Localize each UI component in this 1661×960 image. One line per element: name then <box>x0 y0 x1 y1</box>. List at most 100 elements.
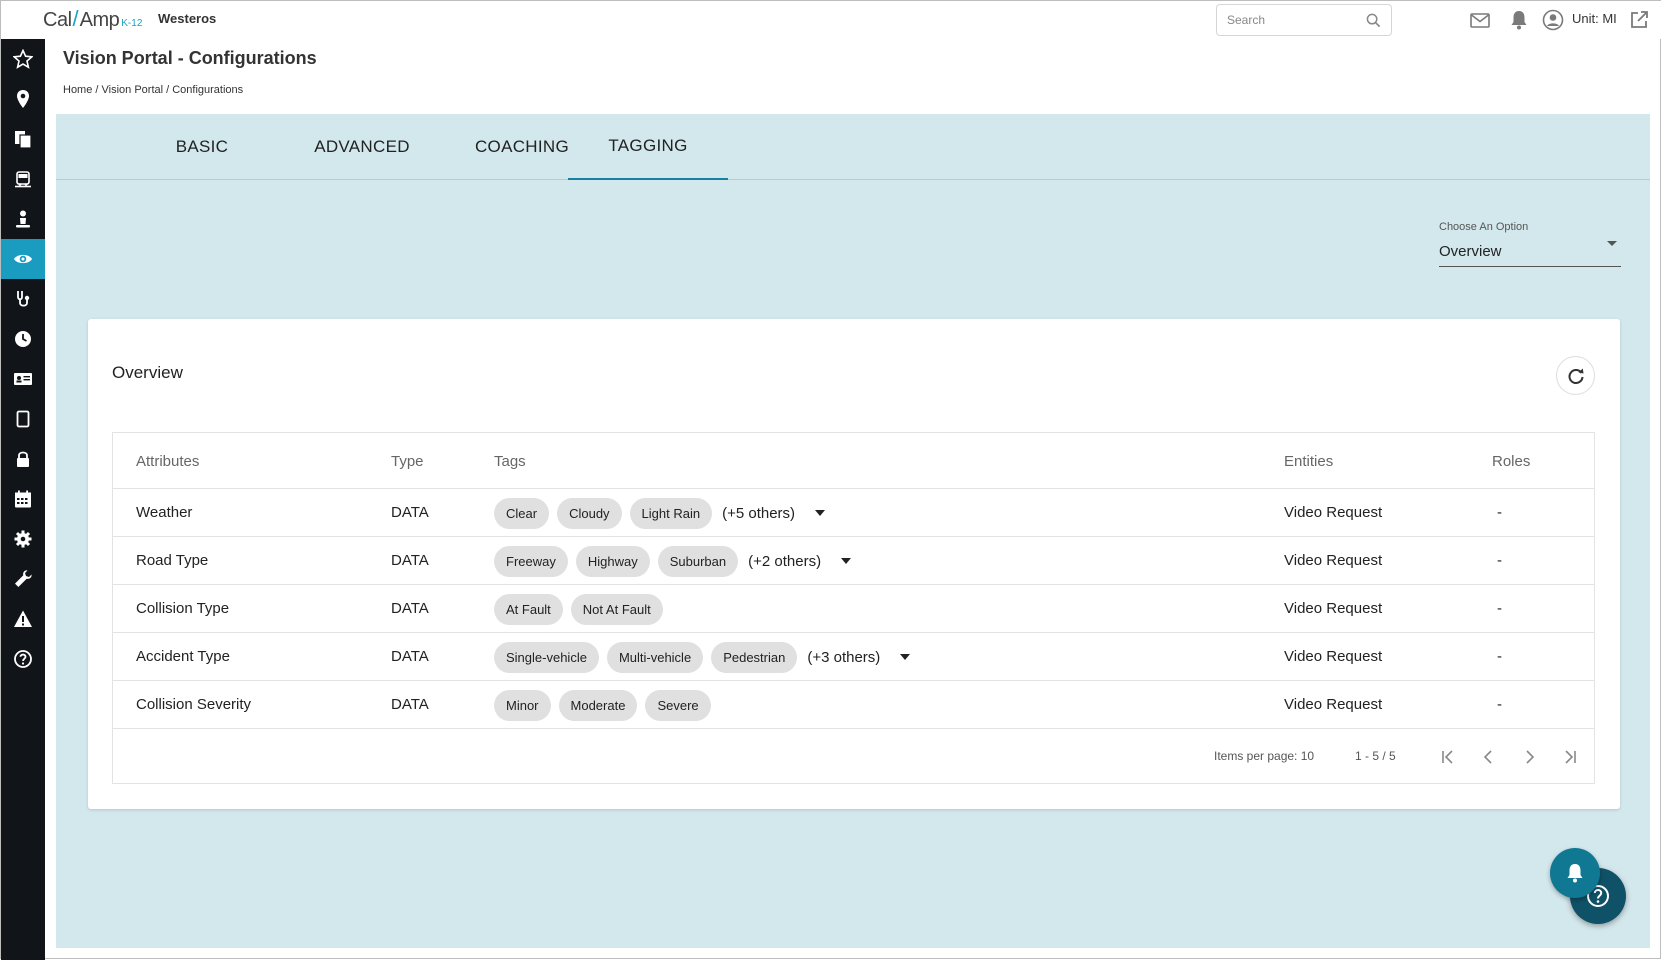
roles-cell: - <box>1497 648 1502 665</box>
roles-cell: - <box>1497 552 1502 569</box>
chevron-left-icon <box>1483 750 1492 764</box>
tag-chip[interactable]: Light Rain <box>629 497 713 529</box>
entities-cell: Video Request <box>1284 504 1383 521</box>
sidebar-item-map[interactable] <box>1 79 45 119</box>
last-page-button[interactable] <box>1557 745 1581 769</box>
sidebar-item-history[interactable] <box>1 319 45 359</box>
star-icon <box>13 49 33 69</box>
sidebar-item-tools[interactable] <box>1 559 45 599</box>
attribute-cell: Collision Type <box>136 600 230 617</box>
sidebar-item-drivers[interactable] <box>1 199 45 239</box>
sidebar-item-diagnostics[interactable] <box>1 279 45 319</box>
gear-icon <box>14 530 32 548</box>
entities-cell: Video Request <box>1284 648 1383 665</box>
breadcrumb[interactable]: Home / Vision Portal / Configurations <box>63 84 243 96</box>
search-box <box>1216 4 1392 36</box>
sidebar-item-devices[interactable] <box>1 399 45 439</box>
first-page-button[interactable] <box>1437 745 1461 769</box>
refresh-button[interactable] <box>1556 356 1595 395</box>
more-tags-count: (+5 others) <box>722 504 796 522</box>
attribute-cell: Collision Severity <box>136 696 252 713</box>
tab-tagging[interactable]: TAGGING <box>568 114 728 180</box>
tag-chip[interactable]: Highway <box>575 545 650 577</box>
entities-cell: Video Request <box>1284 696 1383 713</box>
table-header: Attributes Type Tags Entities Roles <box>113 433 1594 489</box>
tag-chip[interactable]: Not At Fault <box>570 593 663 625</box>
tag-chip[interactable]: Single-vehicle <box>494 641 599 673</box>
page-title: Vision Portal - Configurations <box>63 48 317 68</box>
overview-title: Overview <box>112 363 183 382</box>
external-link-icon[interactable] <box>1628 9 1650 31</box>
tag-chip[interactable]: Minor <box>494 689 551 721</box>
type-cell: DATA <box>391 648 429 665</box>
table-row[interactable]: Collision Type DATA At Fault Not At Faul… <box>113 585 1594 633</box>
bell-icon[interactable] <box>1508 9 1530 31</box>
sidebar-item-help[interactable] <box>1 639 45 679</box>
expand-tags-caret-icon[interactable] <box>900 654 911 660</box>
tags-cell: Clear Cloudy Light Rain (+5 others) <box>494 497 826 529</box>
calamp-logo[interactable]: Cal / Amp K-12 <box>43 6 142 32</box>
table-row[interactable]: Weather DATA Clear Cloudy Light Rain (+5… <box>113 489 1594 537</box>
sidebar-item-calendar[interactable] <box>1 479 45 519</box>
notifications-fab-button[interactable] <box>1550 848 1600 898</box>
column-header-attributes[interactable]: Attributes <box>136 453 199 470</box>
option-select[interactable]: Choose An Option Overview <box>1439 221 1621 267</box>
attribute-cell: Road Type <box>136 552 209 569</box>
sidebar-item-contacts[interactable] <box>1 359 45 399</box>
table-row[interactable]: Accident Type DATA Single-vehicle Multi-… <box>113 633 1594 681</box>
search-input[interactable] <box>1217 5 1357 35</box>
column-header-roles[interactable]: Roles <box>1492 453 1530 470</box>
logo-suffix: K-12 <box>121 18 143 29</box>
option-select-value[interactable]: Overview <box>1439 243 1621 260</box>
expand-tags-caret-icon[interactable] <box>841 558 852 564</box>
main-panel: BASIC ADVANCED COACHING TAGGING Choose A… <box>56 114 1650 948</box>
next-page-button[interactable] <box>1517 745 1541 769</box>
tag-chip[interactable]: At Fault <box>494 593 563 625</box>
eye-icon <box>14 254 32 264</box>
entities-cell: Video Request <box>1284 600 1383 617</box>
items-per-page-label[interactable]: Items per page: 10 <box>1214 749 1314 763</box>
caret-down-icon[interactable] <box>1607 241 1617 246</box>
logo-slash: / <box>72 6 79 31</box>
entities-cell: Video Request <box>1284 552 1383 569</box>
tab-advanced[interactable]: ADVANCED <box>282 114 442 180</box>
sidebar-item-settings[interactable] <box>1 519 45 559</box>
tag-chip[interactable]: Suburban <box>657 545 739 577</box>
mail-icon[interactable] <box>1469 9 1491 31</box>
stethoscope-icon <box>17 291 30 307</box>
search-icon[interactable] <box>1366 13 1381 28</box>
sidebar-item-vision[interactable] <box>1 239 45 279</box>
org-name[interactable]: Westeros <box>158 11 216 26</box>
table-row[interactable]: Road Type DATA Freeway Highway Suburban … <box>113 537 1594 585</box>
last-page-icon <box>1565 750 1576 764</box>
page-range-label: 1 - 5 / 5 <box>1355 749 1396 763</box>
column-header-tags[interactable]: Tags <box>494 453 526 470</box>
tag-chip[interactable]: Cloudy <box>557 497 622 529</box>
table-row[interactable]: Collision Severity DATA Minor Moderate S… <box>113 681 1594 729</box>
tag-chip[interactable]: Clear <box>494 497 550 529</box>
user-icon[interactable] <box>1542 9 1564 31</box>
tag-chip[interactable]: Pedestrian <box>711 641 798 673</box>
unit-label[interactable]: Unit: MI <box>1572 11 1617 26</box>
sidebar-item-fleet[interactable] <box>1 159 45 199</box>
sidebar-item-documents[interactable] <box>1 119 45 159</box>
calendar-icon <box>15 490 31 508</box>
attribute-cell: Weather <box>136 504 193 521</box>
location-pin-icon <box>17 90 29 108</box>
expand-tags-caret-icon[interactable] <box>815 510 826 516</box>
tag-chip[interactable]: Severe <box>645 689 711 721</box>
type-cell: DATA <box>391 600 429 617</box>
roles-cell: - <box>1497 600 1502 617</box>
tag-chip[interactable]: Multi-vehicle <box>606 641 704 673</box>
tags-cell: Single-vehicle Multi-vehicle Pedestrian … <box>494 641 911 673</box>
sidebar-item-security[interactable] <box>1 439 45 479</box>
sidebar-item-favorites[interactable] <box>1 39 45 79</box>
tag-chip[interactable]: Moderate <box>558 689 638 721</box>
sidebar-item-alerts[interactable] <box>1 599 45 639</box>
roles-cell: - <box>1497 696 1502 713</box>
column-header-entities[interactable]: Entities <box>1284 453 1333 470</box>
tag-chip[interactable]: Freeway <box>494 545 568 577</box>
tab-basic[interactable]: BASIC <box>122 114 282 180</box>
column-header-type[interactable]: Type <box>391 453 424 470</box>
previous-page-button[interactable] <box>1477 745 1501 769</box>
